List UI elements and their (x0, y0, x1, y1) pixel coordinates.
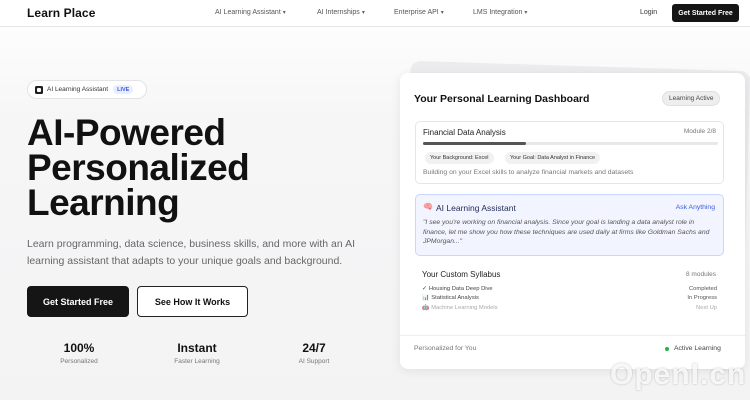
ask-anything-link[interactable]: Ask Anything (676, 204, 715, 211)
stat-personalized: 100% Personalized (29, 341, 129, 365)
assistant-square-icon (35, 85, 43, 94)
nav-lms-integration[interactable]: LMS Integration ▾ (473, 9, 527, 16)
syllabus-item[interactable]: 📊 Statistical Analysis In Progress (422, 295, 717, 301)
check-icon: ✓ (422, 286, 427, 292)
hero-title-line: AI-Powered (27, 112, 226, 153)
module-progress-bar (423, 142, 718, 145)
card-divider (400, 335, 745, 336)
module-name: Financial Data Analysis (423, 128, 506, 137)
nav-link-label: AI Learning Assistant (215, 9, 281, 16)
dashboard-title: Your Personal Learning Dashboard (414, 93, 590, 105)
syllabus-item-status: Next Up (696, 305, 717, 311)
stat-instant: Instant Faster Learning (147, 341, 247, 365)
nav-ai-learning-assistant[interactable]: AI Learning Assistant ▾ (215, 9, 286, 16)
nav-link-label: LMS Integration (473, 9, 523, 16)
top-navbar: Learn Place AI Learning Assistant ▾ AI I… (0, 0, 750, 27)
chevron-down-icon: ▾ (361, 10, 365, 16)
nav-ai-internships[interactable]: AI Internships ▾ (317, 9, 365, 16)
goal-tag: Your Goal: Data Analyst in Finance (505, 152, 601, 164)
learning-dashboard-card: Your Personal Learning Dashboard Learnin… (400, 73, 745, 369)
syllabus-item-name: Statistical Analysis (431, 295, 479, 301)
syllabus-item-name: Housing Data Deep Dive (428, 286, 493, 292)
stat-value: Instant (177, 341, 217, 355)
syllabus-item-name: Machine Learning Models (431, 305, 498, 311)
current-module-panel[interactable]: Financial Data Analysis Module 2/8 Your … (415, 121, 724, 184)
syllabus-item-status: In Progress (687, 295, 717, 301)
stat-support: 24/7 AI Support (264, 341, 364, 365)
stat-value: 100% (63, 341, 95, 355)
module-progress-fill (423, 142, 527, 145)
pill-label: AI Learning Assistant (47, 86, 109, 93)
see-how-it-works-button[interactable]: See How It Works (137, 286, 248, 317)
active-learning-label: Active Learning (674, 345, 721, 352)
brain-icon: 🧠 (423, 202, 433, 211)
nav-get-started-button[interactable]: Get Started Free (672, 4, 739, 22)
stat-value: 24/7 (302, 341, 326, 355)
syllabus-panel: Your Custom Syllabus 8 modules ✓ Housing … (415, 265, 724, 317)
ai-assistant-panel: 🧠 AI Learning Assistant Ask Anything "I … (415, 194, 724, 256)
hero-pill: AI Learning Assistant LIVE (27, 80, 147, 99)
assistant-name: AI Learning Assistant (436, 203, 516, 213)
syllabus-item-status: Completed (688, 286, 717, 292)
syllabus-item[interactable]: ✓ Housing Data Deep Dive Completed (422, 286, 717, 292)
chart-icon: 📊 (422, 295, 430, 301)
robot-icon: 🤖 (422, 305, 430, 311)
watermark-logo: OpenI.cn (610, 358, 747, 391)
hero-title-line: Learning (27, 182, 180, 223)
syllabus-title: Your Custom Syllabus (422, 270, 501, 279)
hero-title: AI-Powered Personalized Learning (27, 112, 327, 223)
hero-subtitle: Learn programming, data science, busines… (27, 238, 355, 267)
personalized-label: Personalized for You (414, 345, 477, 352)
login-link[interactable]: Login (640, 9, 657, 16)
assistant-message: "I see you're working on financial analy… (423, 219, 710, 245)
module-description: Building on your Excel skills to analyze… (423, 169, 634, 176)
stat-label: AI Support (298, 358, 330, 365)
stat-label: Personalized (60, 358, 98, 365)
chevron-down-icon: ▾ (524, 10, 528, 16)
stat-label: Faster Learning (174, 358, 220, 365)
nav-link-label: Enterprise API (394, 9, 439, 16)
syllabus-item[interactable]: 🤖 Machine Learning Models Next Up (422, 305, 717, 311)
syllabus-count: 8 modules (686, 271, 716, 278)
chevron-down-icon: ▾ (282, 10, 286, 16)
background-tag: Your Background: Excel (425, 152, 494, 164)
get-started-button[interactable]: Get Started Free (27, 286, 129, 317)
status-badge: Learning Active (662, 91, 721, 106)
module-counter: Module 2/8 (683, 128, 716, 135)
nav-enterprise-api[interactable]: Enterprise API ▾ (394, 9, 444, 16)
active-learning-status: Active Learning (665, 345, 721, 352)
chevron-down-icon: ▾ (440, 10, 444, 16)
hero-title-line: Personalized (27, 147, 250, 188)
brand-logo[interactable]: Learn Place (27, 6, 95, 20)
nav-link-label: AI Internships (317, 9, 360, 16)
live-badge: LIVE (113, 85, 134, 94)
status-dot-icon (665, 346, 669, 351)
